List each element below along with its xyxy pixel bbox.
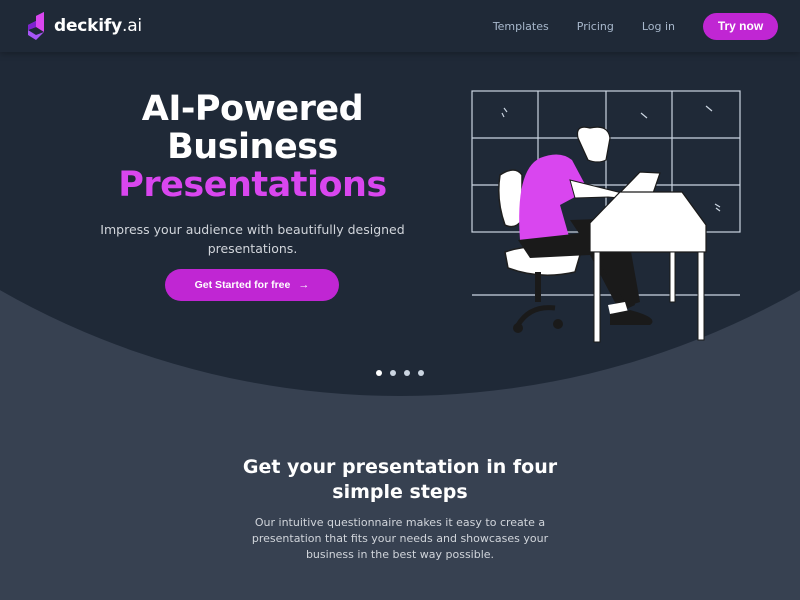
carousel-dot-4[interactable]	[418, 370, 424, 376]
get-started-label: Get Started for free	[194, 279, 291, 291]
logo-icon	[28, 12, 44, 40]
logo[interactable]: deckify.ai	[26, 12, 142, 40]
carousel-dot-3[interactable]	[404, 370, 410, 376]
steps-title: Get your presentation in four simple ste…	[242, 456, 558, 503]
nav-link-templates[interactable]: Templates	[493, 20, 549, 33]
navbar: deckify.ai Templates Pricing Log in Try …	[0, 0, 800, 52]
hero-title: AI-Powered Business Presentations	[100, 90, 405, 204]
arrow-right-icon: →	[298, 279, 310, 291]
carousel-indicators	[376, 370, 424, 376]
steps-description: Our intuitive questionnaire makes it eas…	[251, 516, 549, 561]
nav-links: Templates Pricing Log in Try now	[493, 0, 800, 52]
carousel-dot-2[interactable]	[390, 370, 396, 376]
steps-section: Get your presentation in four simple ste…	[230, 455, 570, 563]
nav-link-pricing[interactable]: Pricing	[577, 20, 614, 33]
carousel-dot-1[interactable]	[376, 370, 382, 376]
hero-title-accent: Presentations	[118, 165, 387, 205]
logo-text: deckify.ai	[54, 16, 142, 36]
nav-link-login[interactable]: Log in	[642, 20, 675, 33]
get-started-button[interactable]: Get Started for free →	[165, 269, 339, 301]
hero-content: AI-Powered Business Presentations Impres…	[100, 90, 405, 258]
try-now-button[interactable]: Try now	[703, 12, 778, 40]
hero-subtitle: Impress your audience with beautifully d…	[100, 222, 405, 256]
hero-illustration	[471, 90, 741, 343]
